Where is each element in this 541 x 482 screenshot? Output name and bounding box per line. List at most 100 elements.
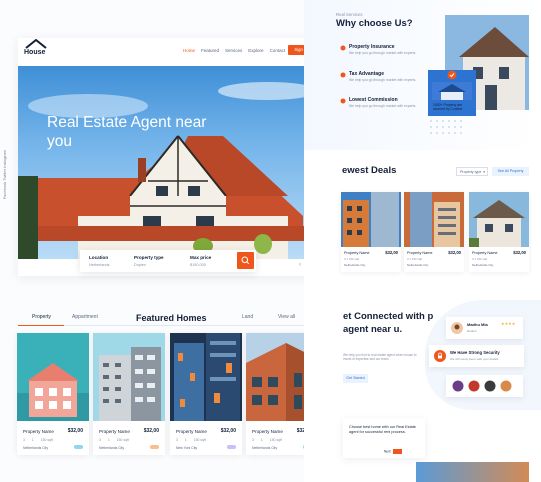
property-card[interactable]: Property Name $32,00 3 1 150 sqft New Yo… [170, 333, 242, 455]
deal-price: $32,00 [385, 250, 398, 255]
property-name: Property Name [99, 429, 130, 434]
feature-title: Property Insurance [349, 44, 395, 50]
deal-image [404, 192, 464, 247]
deal-location: Netherlands City [407, 263, 429, 267]
nav-contact[interactable]: Contact [270, 48, 286, 53]
highlight-text: 1000+ Property are secured by Codeist [433, 103, 463, 112]
area-value: 150 sqft [269, 438, 282, 442]
agent-card[interactable]: Madhu Mia Realtor ★★★★ [446, 317, 523, 339]
property-type-select[interactable]: Property type ▾ [456, 167, 488, 176]
main-nav: Home Featured Services Explore Contact [183, 48, 285, 53]
beds-count: 3 [252, 438, 254, 442]
baths-count: 1 [31, 438, 34, 442]
property-location: Netherlands City [252, 446, 278, 450]
search-icon [241, 256, 250, 265]
active-tab-indicator [18, 325, 64, 327]
nav-services[interactable]: Services [225, 48, 242, 53]
section-label: Real Services [336, 12, 363, 17]
property-meta: 3 1 150 sqft [252, 438, 282, 442]
property-price: $32,00 [220, 428, 236, 434]
see-all-button[interactable]: See All Property [492, 167, 529, 176]
beds-count: 3 [99, 438, 101, 442]
max-price-value[interactable]: $150,000 [190, 263, 206, 267]
lock-icon [434, 350, 446, 362]
property-card[interactable]: Property Name $32,00 3 1 150 sqft Nether… [93, 333, 165, 455]
feature-desc: We help you go through market with exper… [349, 104, 417, 108]
commission-icon [340, 98, 346, 104]
agent-name: Madhu Mia [467, 322, 488, 327]
tab-appartment[interactable]: Appartment [72, 314, 98, 320]
deal-card[interactable]: Property Name $32,00 3 1 150 sqft Nether… [404, 192, 464, 272]
tab-land[interactable]: Land [242, 314, 253, 320]
property-name: Property Name [252, 429, 283, 434]
select-value: Property type [460, 170, 482, 174]
connect-desc: We help you find to real estate agent wh… [343, 353, 417, 362]
property-location: Netherlands City [23, 446, 49, 450]
property-image [17, 333, 89, 421]
deal-price: $32,00 [448, 250, 461, 255]
deal-card[interactable]: Property Name $32,00 3 1 150 sqft Nether… [469, 192, 529, 272]
property-card[interactable]: Property Name $32,00 3 1 150 sqft Nether… [17, 333, 89, 455]
deal-location: Netherlands City [344, 263, 366, 267]
nav-featured[interactable]: Featured [201, 48, 219, 53]
status-badge [74, 445, 83, 449]
property-type-value[interactable]: Duplex [134, 263, 146, 267]
baths-count: 1 [107, 438, 110, 442]
property-meta: 3 1 150 sqft [23, 438, 53, 442]
feature-desc: We help you go through market with exper… [349, 51, 417, 55]
status-badge [227, 445, 236, 449]
deal-image [469, 192, 529, 247]
prev-arrow-icon[interactable]: ‹ [299, 262, 301, 268]
tab-view-all[interactable]: View all [278, 314, 295, 320]
security-title: We Have Strong Security [450, 350, 500, 355]
rating-stars-icon: ★★★★ [501, 321, 516, 326]
connect-title: et Connected with p agent near u. [343, 311, 434, 335]
deal-meta: 3 1 150 sqft [472, 257, 488, 261]
social-links[interactable]: Facebook Twitter Instagram [2, 150, 7, 199]
search-button[interactable] [237, 252, 254, 269]
get-started-button[interactable]: Get Started [343, 374, 368, 383]
feature-title: Tax Advantage [349, 71, 385, 77]
feature-title: Lowest Commission [349, 97, 398, 103]
deal-card[interactable]: Property Name $32,00 3 1 150 sqft Nether… [341, 192, 401, 272]
hero-title: Real Estate Agent near you [47, 114, 207, 150]
avatars-card [446, 375, 523, 397]
security-card: We Have Strong Security We will surely k… [429, 345, 524, 367]
logo-text[interactable]: House [24, 49, 45, 56]
property-meta: 3 1 150 sqft [176, 438, 206, 442]
tab-property[interactable]: Property [32, 314, 51, 320]
feature-desc: We help you go through market with exper… [349, 78, 417, 82]
nav-explore[interactable]: Explore [248, 48, 263, 53]
info-text: Choose best home with our Real Estate ag… [349, 425, 416, 435]
chevron-down-icon: ▾ [483, 170, 485, 174]
deals-title: ewest Deals [342, 165, 397, 176]
property-image [170, 333, 242, 421]
nav-home[interactable]: Home [183, 48, 195, 53]
deal-name: Property Name [472, 251, 498, 255]
property-image [93, 333, 165, 421]
search-bar [80, 250, 256, 272]
property-price: $32,00 [143, 428, 159, 434]
insurance-icon [340, 45, 346, 51]
location-value[interactable]: Netherlands [89, 263, 109, 267]
deal-name: Property Name [407, 251, 433, 255]
max-price-label[interactable]: Max price [190, 255, 211, 260]
highlight-house-image [432, 82, 472, 100]
property-location: Netherlands City [99, 446, 125, 450]
deal-location: Netherlands City [472, 263, 494, 267]
area-value: 150 sqft [40, 438, 53, 442]
location-label[interactable]: Location [89, 255, 108, 260]
area-value: 150 sqft [193, 438, 206, 442]
shield-icon [447, 70, 457, 80]
deal-price: $32,00 [513, 250, 526, 255]
agent-role: Realtor [467, 329, 477, 333]
deal-meta: 3 1 150 sqft [407, 257, 423, 261]
property-location: New York City [176, 446, 198, 450]
next-button[interactable]: Next [384, 449, 403, 454]
deal-name: Property Name [344, 251, 370, 255]
property-name: Property Name [176, 429, 207, 434]
security-sub: We will surely keep safe your details [450, 357, 499, 361]
property-type-label[interactable]: Property type [134, 255, 164, 260]
baths-count: 1 [184, 438, 187, 442]
beds-count: 3 [23, 438, 25, 442]
